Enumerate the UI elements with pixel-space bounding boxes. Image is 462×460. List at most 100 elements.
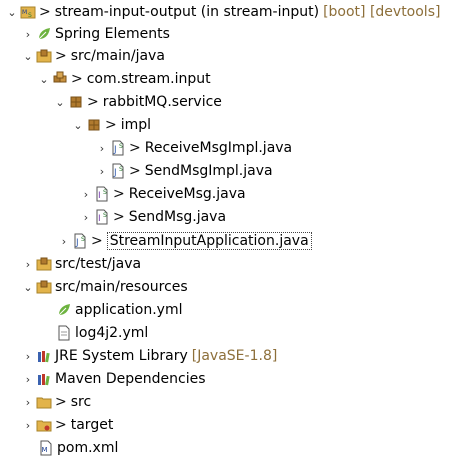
maven-project-icon: M S — [20, 6, 36, 19]
svg-text:I: I — [98, 191, 101, 201]
chevron-right-icon[interactable]: › — [22, 253, 34, 275]
yml-file-icon — [58, 304, 70, 316]
package-service-label: rabbitMQ.service — [102, 94, 222, 110]
dirty-marker: > — [113, 186, 125, 202]
package-impl-label: impl — [120, 117, 152, 133]
package-icon — [53, 71, 67, 83]
tree-item-maven-dependencies[interactable]: › Maven Dependencies — [0, 368, 462, 390]
svg-text:S: S — [103, 189, 107, 196]
tree-item-src-test-java[interactable]: › src/test/java — [0, 253, 462, 275]
folder-icon — [36, 397, 52, 409]
receive-msg-impl-label: ReceiveMsgImpl.java — [144, 140, 293, 156]
chevron-right-icon[interactable]: › — [80, 206, 92, 228]
svg-text:S: S — [119, 166, 123, 173]
source-folder-icon — [36, 49, 52, 63]
maven-label: Maven Dependencies — [55, 371, 206, 387]
chevron-right-icon[interactable]: › — [22, 414, 34, 436]
source-folder-icon — [36, 280, 52, 294]
dirty-marker: > — [129, 140, 141, 156]
stream-input-application-label: StreamInputApplication.java — [106, 232, 312, 250]
tree-item-jre-system-library[interactable]: › JRE System Library [JavaSE-1.8] — [0, 345, 462, 367]
tree-item-receive-msg[interactable]: › I S > ReceiveMsg.java — [0, 183, 462, 205]
pom-xml-label: pom.xml — [57, 440, 119, 456]
dirty-marker: > — [39, 4, 51, 20]
src-main-resources-label: src/main/resources — [55, 279, 188, 295]
dirty-marker: > — [55, 417, 67, 433]
tree-item-src-main-java[interactable]: ⌄ > src/main/java — [0, 45, 462, 67]
tree-item-target-folder[interactable]: › > target — [0, 414, 462, 436]
folder-icon — [36, 420, 52, 432]
chevron-right-icon[interactable]: › — [22, 345, 34, 367]
chevron-right-icon[interactable]: › — [58, 230, 70, 252]
chevron-down-icon[interactable]: ⌄ — [22, 45, 34, 67]
tree-item-src-main-resources[interactable]: ⌄ src/main/resources — [0, 276, 462, 298]
svg-text:S: S — [103, 212, 107, 219]
chevron-down-icon[interactable]: ⌄ — [38, 68, 50, 90]
tree-item-receive-msg-impl[interactable]: › J S > ReceiveMsgImpl.java — [0, 137, 462, 159]
source-folder-icon — [36, 257, 52, 271]
chevron-down-icon[interactable]: ⌄ — [72, 114, 84, 136]
tree-item-package-rabbitmq-service[interactable]: ⌄ > rabbitMQ.service — [0, 91, 462, 113]
java-file-icon: J S — [112, 140, 124, 156]
package-explorer-tree: ⌄ M S > stream-input-output (in stream-i… — [0, 0, 462, 460]
tree-item-package-impl[interactable]: ⌄ > impl — [0, 114, 462, 136]
tree-item-pom-xml[interactable]: M pom.xml — [0, 437, 462, 459]
dirty-marker: > — [87, 94, 99, 110]
chevron-right-icon[interactable]: › — [96, 160, 108, 182]
yml-file-icon — [58, 325, 70, 341]
svg-text:J: J — [113, 145, 117, 155]
chevron-right-icon[interactable]: › — [22, 391, 34, 413]
svg-text:J: J — [113, 168, 117, 178]
send-msg-label: SendMsg.java — [128, 209, 227, 225]
spring-leaf-icon — [38, 28, 50, 40]
svg-text:J: J — [75, 238, 79, 248]
package-icon — [70, 96, 82, 108]
tree-item-application-yml[interactable]: application.yml — [0, 299, 462, 321]
svg-text:S: S — [119, 143, 123, 150]
dirty-marker: > — [113, 209, 125, 225]
receive-msg-label: ReceiveMsg.java — [128, 186, 246, 202]
send-msg-impl-label: SendMsgImpl.java — [144, 163, 273, 179]
log4j2-yml-label: log4j2.yml — [75, 325, 149, 341]
chevron-down-icon[interactable]: ⌄ — [22, 276, 34, 298]
dirty-marker: > — [105, 117, 117, 133]
tree-item-send-msg-impl[interactable]: › J S > SendMsgImpl.java — [0, 160, 462, 182]
jre-label: JRE System Library — [55, 348, 188, 364]
chevron-right-icon[interactable]: › — [22, 23, 34, 45]
java-file-icon: I S — [96, 209, 108, 225]
project-label: stream-input-output (in stream-input) — [54, 4, 320, 20]
package-icon — [88, 119, 100, 131]
tree-item-spring-elements[interactable]: › Spring Elements — [0, 23, 462, 45]
tree-item-log4j2-yml[interactable]: log4j2.yml — [0, 322, 462, 344]
xml-file-icon: M — [40, 440, 52, 456]
tree-item-project[interactable]: ⌄ M S > stream-input-output (in stream-i… — [0, 1, 462, 23]
svg-text:M: M — [42, 446, 48, 454]
chevron-right-icon[interactable]: › — [96, 137, 108, 159]
tree-item-package-com-stream-input[interactable]: ⌄ > com.stream.input — [0, 68, 462, 90]
svg-text:M: M — [22, 9, 27, 16]
dirty-marker: > — [71, 71, 83, 87]
chevron-right-icon[interactable]: › — [22, 368, 34, 390]
chevron-right-icon[interactable]: › — [80, 183, 92, 205]
package-com-label: com.stream.input — [86, 71, 211, 87]
project-decorations: [boot] [devtools] — [323, 4, 441, 20]
target-folder-label: target — [70, 417, 114, 433]
library-icon — [38, 351, 50, 363]
dirty-marker: > — [55, 394, 67, 410]
dirty-marker: > — [55, 48, 67, 64]
tree-item-send-msg[interactable]: › I S > SendMsg.java — [0, 206, 462, 228]
java-file-icon: I S — [96, 186, 108, 202]
svg-text:S: S — [81, 236, 85, 243]
library-icon — [38, 374, 50, 386]
tree-item-stream-input-application[interactable]: › J S > StreamInputApplication.java — [0, 230, 462, 252]
java-file-icon: J S — [112, 163, 124, 179]
src-folder-label: src — [70, 394, 92, 410]
application-yml-label: application.yml — [75, 302, 183, 318]
src-main-java-label: src/main/java — [70, 48, 165, 64]
tree-item-src-folder[interactable]: › > src — [0, 391, 462, 413]
java-file-icon: J S — [74, 233, 86, 249]
chevron-down-icon[interactable]: ⌄ — [6, 1, 18, 23]
spring-elements-label: Spring Elements — [55, 26, 170, 42]
dirty-marker: > — [91, 233, 103, 249]
chevron-down-icon[interactable]: ⌄ — [54, 91, 66, 113]
